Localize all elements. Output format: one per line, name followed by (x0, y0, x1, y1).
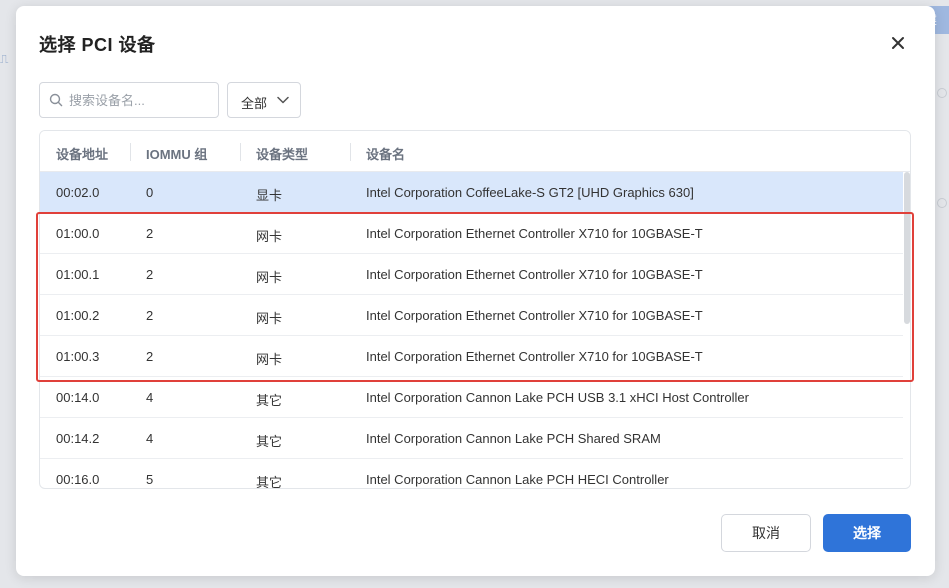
cell-type: 网卡 (256, 270, 283, 285)
cancel-button[interactable]: 取消 (721, 514, 811, 552)
column-header-address: 设备地址 (56, 147, 109, 162)
filter-value: 全部 (241, 96, 268, 111)
table-row[interactable]: 00:02.0 0 显卡 Intel Corporation CoffeeLak… (40, 172, 903, 213)
cell-address: 00:14.2 (56, 431, 100, 446)
table-row[interactable]: 01:00.2 2 网卡 Intel Corporation Ethernet … (40, 295, 903, 336)
search-icon (49, 93, 63, 107)
cell-iommu: 2 (146, 226, 154, 241)
table-row[interactable]: 00:16.0 5 其它 Intel Corporation Cannon La… (40, 459, 903, 489)
select-pci-device-dialog: 选择 PCI 设备 全部 设备地址 IOMMU 组 设备类型 设备名 00:02… (16, 6, 935, 576)
cell-address: 00:14.0 (56, 390, 100, 405)
search-field[interactable] (39, 82, 219, 118)
column-header-name: 设备名 (366, 147, 406, 162)
cell-iommu: 4 (146, 431, 154, 446)
column-divider (240, 143, 241, 161)
close-icon[interactable] (889, 34, 907, 52)
cell-type: 网卡 (256, 311, 283, 326)
cell-iommu: 2 (146, 267, 154, 282)
chevron-down-icon (277, 96, 289, 104)
cell-name: Intel Corporation Ethernet Controller X7… (366, 349, 703, 364)
table-row[interactable]: 00:14.2 4 其它 Intel Corporation Cannon La… (40, 418, 903, 459)
cell-address: 00:16.0 (56, 472, 100, 487)
cell-name: Intel Corporation Ethernet Controller X7… (366, 308, 703, 323)
table-row[interactable]: 01:00.0 2 网卡 Intel Corporation Ethernet … (40, 213, 903, 254)
column-divider (350, 143, 351, 161)
cell-iommu: 4 (146, 390, 154, 405)
column-header-iommu: IOMMU 组 (146, 147, 208, 162)
cell-iommu: 2 (146, 308, 154, 323)
cell-address: 01:00.2 (56, 308, 100, 323)
table-header: 设备地址 IOMMU 组 设备类型 设备名 (40, 131, 910, 172)
cell-type: 其它 (256, 434, 283, 449)
pci-device-table: 设备地址 IOMMU 组 设备类型 设备名 00:02.0 0 显卡 Intel… (39, 130, 911, 489)
cell-iommu: 2 (146, 349, 154, 364)
search-input[interactable] (69, 84, 214, 116)
cell-name: Intel Corporation Ethernet Controller X7… (366, 226, 703, 241)
cell-type: 显卡 (256, 188, 283, 203)
select-button[interactable]: 选择 (823, 514, 911, 552)
cell-type: 其它 (256, 475, 283, 489)
table-row[interactable]: 01:00.3 2 网卡 Intel Corporation Ethernet … (40, 336, 903, 377)
background-radio-icon (937, 198, 947, 208)
cell-iommu: 5 (146, 472, 154, 487)
cell-address: 01:00.3 (56, 349, 100, 364)
table-row[interactable]: 00:14.0 4 其它 Intel Corporation Cannon La… (40, 377, 903, 418)
scrollbar-thumb[interactable] (904, 172, 910, 324)
column-header-type: 设备类型 (256, 147, 309, 162)
dialog-title: 选择 PCI 设备 (39, 35, 156, 55)
cell-type: 其它 (256, 393, 283, 408)
cell-name: Intel Corporation Cannon Lake PCH HECI C… (366, 472, 669, 487)
background-radio-icon (937, 88, 947, 98)
cell-address: 01:00.1 (56, 267, 100, 282)
table-row[interactable]: 01:00.1 2 网卡 Intel Corporation Ethernet … (40, 254, 903, 295)
cell-name: Intel Corporation Cannon Lake PCH USB 3.… (366, 390, 749, 405)
column-divider (130, 143, 131, 161)
cell-name: Intel Corporation Cannon Lake PCH Shared… (366, 431, 661, 446)
cell-type: 网卡 (256, 229, 283, 244)
cell-address: 01:00.0 (56, 226, 100, 241)
cell-name: Intel Corporation Ethernet Controller X7… (366, 267, 703, 282)
background-chart-icon: ⎍ (0, 52, 9, 66)
cell-name: Intel Corporation CoffeeLake-S GT2 [UHD … (366, 185, 694, 200)
cell-iommu: 0 (146, 185, 154, 200)
cell-address: 00:02.0 (56, 185, 100, 200)
device-type-filter[interactable]: 全部 (227, 82, 301, 118)
cell-type: 网卡 (256, 352, 283, 367)
